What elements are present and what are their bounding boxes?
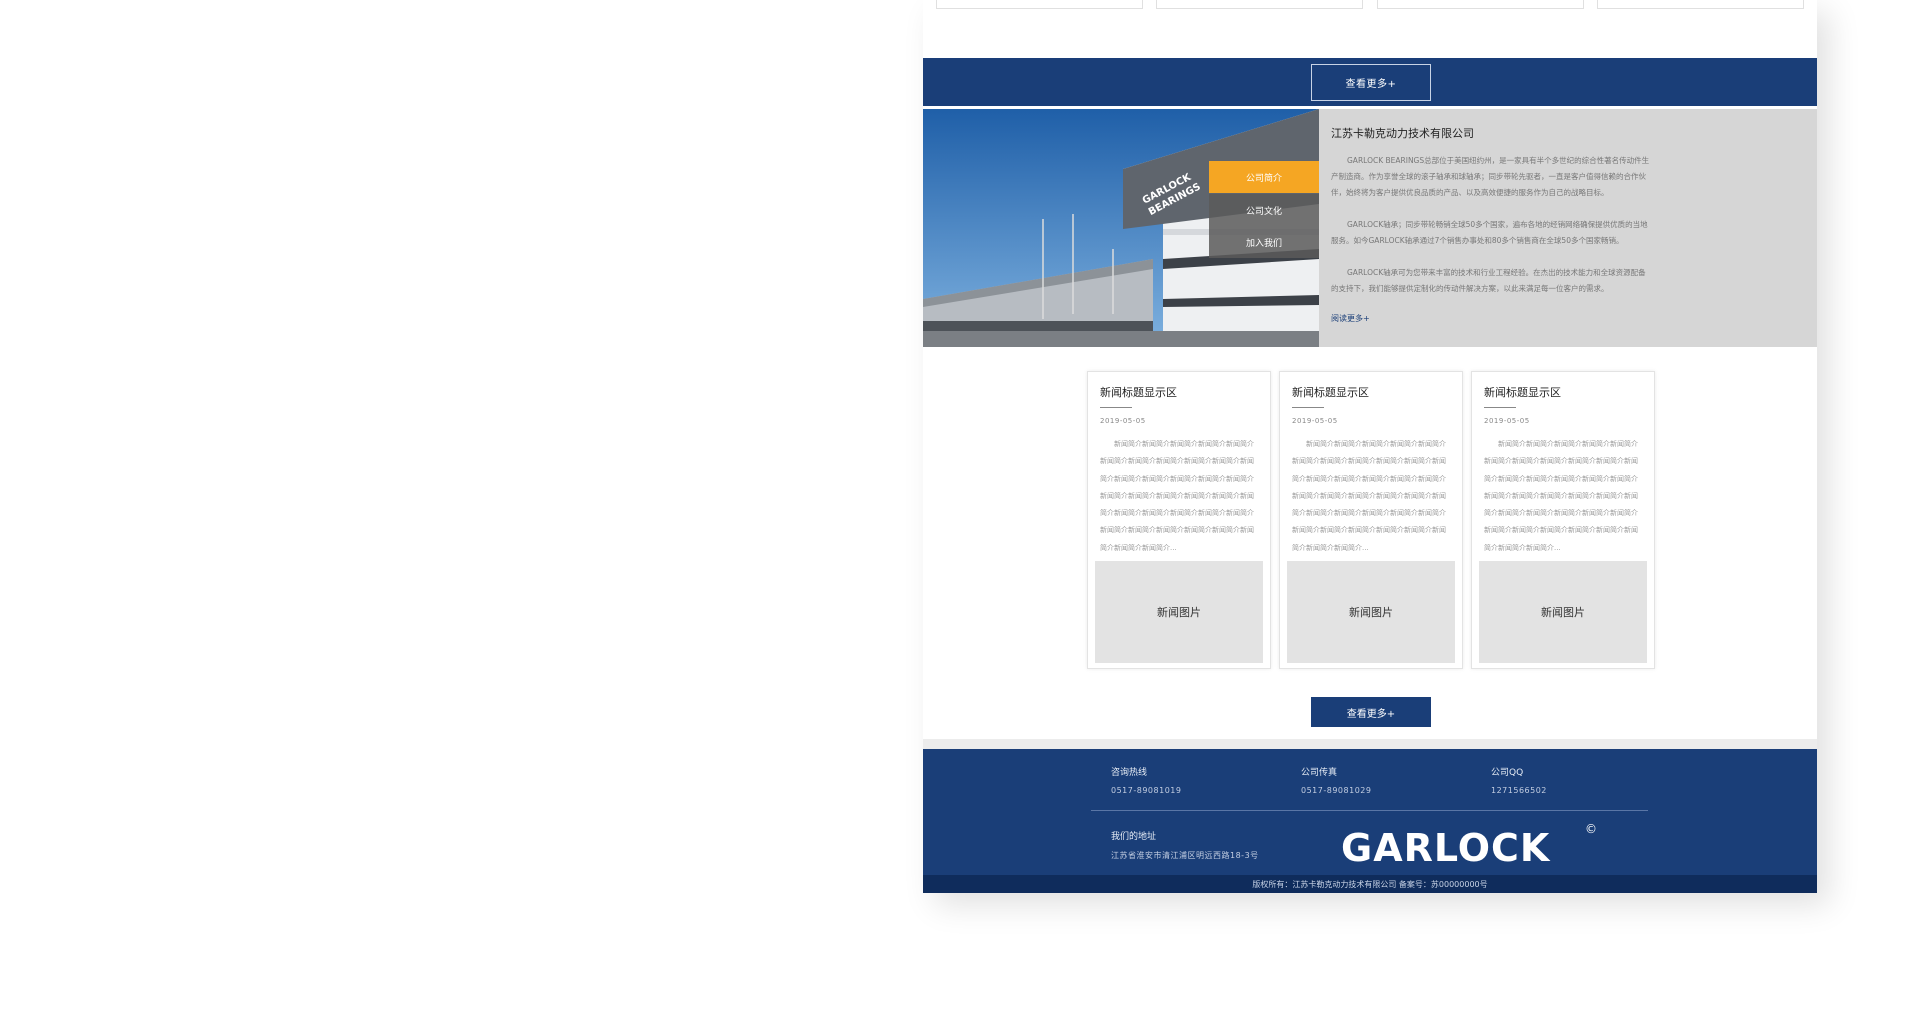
about-paragraph: GARLOCK轴承可为您带来丰富的技术和行业工程经验。在杰出的技术能力和全球资源…	[1331, 268, 1646, 293]
company-building-photo: GARLOCK BEARINGS 公司简介 公司文化 加入我们	[923, 109, 1319, 347]
news-image[interactable]: 新闻图片	[1095, 561, 1263, 663]
hotline-value: 0517-89081019	[1111, 786, 1182, 795]
footer-address: 我们的地址 江苏省淮安市清江浦区明远西路18-3号	[1111, 829, 1259, 861]
tab-join-us[interactable]: 加入我们	[1209, 226, 1319, 258]
news-summary: 新闻简介新闻简介新闻简介新闻简介新闻简介新闻简介新闻简介新闻简介新闻简介新闻简介…	[1484, 440, 1638, 552]
about-title: 江苏卡勒克动力技术有限公司	[1331, 127, 1474, 140]
read-more-link[interactable]: 阅读更多+	[1331, 313, 1801, 324]
view-more-button[interactable]: 查看更多+	[1311, 64, 1431, 101]
about-paragraph: GARLOCK轴承；同步带轮畅销全球50多个国家，遍布各地的经销网络确保提供优质…	[1331, 220, 1648, 245]
news-image[interactable]: 新闻图片	[1479, 561, 1647, 663]
news-date: 2019-05-05	[1484, 417, 1530, 425]
top-card	[936, 0, 1143, 9]
news-title[interactable]: 新闻标题显示区	[1484, 384, 1561, 400]
news-date: 2019-05-05	[1100, 417, 1146, 425]
top-cards-remnant	[936, 0, 1804, 9]
news-title-underline	[1484, 407, 1516, 408]
footer-fax: 公司传真 0517-89081029	[1301, 765, 1371, 795]
top-card	[1156, 0, 1363, 9]
logo-registered-mark: ©	[1585, 822, 1597, 836]
copyright-bar: 版权所有：江苏卡勒克动力技术有限公司 备案号：苏00000000号	[923, 875, 1817, 893]
about-text: 江苏卡勒克动力技术有限公司 GARLOCK BEARINGS总部位于美国纽约州，…	[1331, 125, 1801, 324]
tab-company-intro[interactable]: 公司简介	[1209, 161, 1319, 193]
fax-label: 公司传真	[1301, 768, 1338, 778]
news-card[interactable]: 新闻标题显示区 2019-05-05 新闻简介新闻简介新闻简介新闻简介新闻简介新…	[1471, 371, 1655, 669]
garlock-logo: GARLOCK ©	[1341, 819, 1601, 870]
news-summary: 新闻简介新闻简介新闻简介新闻简介新闻简介新闻简介新闻简介新闻简介新闻简介新闻简介…	[1292, 440, 1446, 552]
more-bar: 查看更多+	[923, 58, 1817, 106]
news-summary: 新闻简介新闻简介新闻简介新闻简介新闻简介新闻简介新闻简介新闻简介新闻简介新闻简介…	[1100, 440, 1254, 552]
news-title-underline	[1100, 407, 1132, 408]
fax-value: 0517-89081029	[1301, 786, 1372, 795]
news-card[interactable]: 新闻标题显示区 2019-05-05 新闻简介新闻简介新闻简介新闻简介新闻简介新…	[1279, 371, 1463, 669]
address-value: 江苏省淮安市清江浦区明远西路18-3号	[1111, 851, 1259, 860]
web-page: 查看更多+ GARLOCK BEARINGS 公司简介 公司文化 加入我们 江苏…	[923, 0, 1817, 893]
address-label: 我们的地址	[1111, 832, 1157, 842]
logo-wordmark: GARLOCK	[1341, 826, 1551, 869]
news-date: 2019-05-05	[1292, 417, 1338, 425]
hotline-label: 咨询热线	[1111, 768, 1148, 778]
news-title[interactable]: 新闻标题显示区	[1292, 384, 1369, 400]
tab-company-culture[interactable]: 公司文化	[1209, 194, 1319, 226]
footer-qq: 公司QQ 1271566502	[1491, 765, 1547, 795]
about-paragraph: GARLOCK BEARINGS总部位于美国纽约州，是一家具有半个多世纪的综合性…	[1331, 156, 1650, 197]
footer-divider	[1091, 810, 1648, 811]
qq-label: 公司QQ	[1491, 768, 1524, 778]
view-more-news-button[interactable]: 查看更多+	[1311, 697, 1431, 727]
footer-hotline: 咨询热线 0517-89081019	[1111, 765, 1181, 795]
qq-value: 1271566502	[1491, 786, 1547, 795]
about-section: GARLOCK BEARINGS 公司简介 公司文化 加入我们 江苏卡勒克动力技…	[923, 109, 1817, 347]
top-card	[1597, 0, 1804, 9]
news-title-underline	[1292, 407, 1324, 408]
top-card	[1377, 0, 1584, 9]
news-card[interactable]: 新闻标题显示区 2019-05-05 新闻简介新闻简介新闻简介新闻简介新闻简介新…	[1087, 371, 1271, 669]
section-divider	[923, 739, 1817, 749]
news-title[interactable]: 新闻标题显示区	[1100, 384, 1177, 400]
footer: 咨询热线 0517-89081019 公司传真 0517-89081029 公司…	[923, 749, 1817, 875]
news-image[interactable]: 新闻图片	[1287, 561, 1455, 663]
